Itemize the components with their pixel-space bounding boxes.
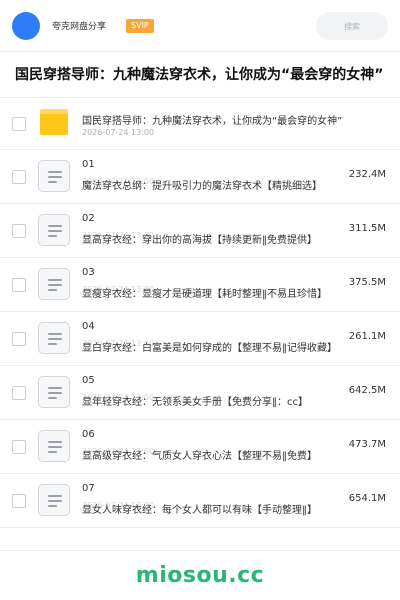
checkbox[interactable] xyxy=(12,439,26,454)
file-size: 654.1M xyxy=(348,493,386,504)
folder-date: 2026-07-24 13:00 xyxy=(82,128,155,137)
file-number[interactable]: 01 xyxy=(82,159,95,170)
file-row[interactable]: 06 2026-07-24 13:00 显高级穿衣经：气质女人穿衣心法【整理不易… xyxy=(0,420,400,474)
file-description[interactable]: 显高级穿衣经：气质女人穿衣心法【整理不易‖免费】 xyxy=(82,447,338,462)
document-icon xyxy=(38,268,70,300)
file-size: 261.1M xyxy=(348,331,386,342)
file-description[interactable]: 显白穿衣经：白富美是如何穿成的【整理不易‖记得收藏】 xyxy=(82,339,338,354)
file-size: 473.7M xyxy=(348,439,386,450)
file-description[interactable]: 魔法穿衣总纲：提升吸引力的魔法穿衣术【精挑细选】 xyxy=(82,177,338,192)
file-number[interactable]: 06 xyxy=(82,429,95,440)
checkbox[interactable] xyxy=(12,331,26,346)
svip-badge: SVIP xyxy=(126,18,154,33)
checkbox[interactable] xyxy=(12,493,26,508)
file-number[interactable]: 07 xyxy=(82,483,95,494)
site-watermark: miosou.cc xyxy=(135,563,265,588)
document-icon xyxy=(38,376,70,408)
file-list: 国民穿搭导师：九种魔法穿衣术，让你成为“最会穿的女神” 2026-07-24 1… xyxy=(0,98,400,528)
file-size: 232.4M xyxy=(348,169,386,180)
document-icon xyxy=(38,160,70,192)
file-size: 375.5M xyxy=(348,277,386,288)
checkbox[interactable] xyxy=(12,169,26,184)
folder-icon xyxy=(40,109,68,135)
header: 夸克网盘分享 SVIP 搜索 xyxy=(0,0,400,52)
file-size: 311.5M xyxy=(348,223,386,234)
file-number[interactable]: 02 xyxy=(82,213,95,224)
file-description[interactable]: 显女人味穿衣经：每个女人都可以有味【手动整理‖】 xyxy=(82,501,338,516)
folder-row[interactable]: 国民穿搭导师：九种魔法穿衣术，让你成为“最会穿的女神” 2026-07-24 1… xyxy=(0,98,400,150)
checkbox[interactable] xyxy=(12,385,26,400)
file-row[interactable]: 07 2026-07-24 13:00 显女人味穿衣经：每个女人都可以有味【手动… xyxy=(0,474,400,528)
checkbox[interactable] xyxy=(12,116,26,131)
document-icon xyxy=(38,214,70,246)
checkbox[interactable] xyxy=(12,277,26,292)
checkbox[interactable] xyxy=(12,223,26,238)
file-number[interactable]: 05 xyxy=(82,375,95,386)
search-placeholder: 搜索 xyxy=(344,21,360,31)
file-row[interactable]: 05 2026-07-24 13:00 显年轻穿衣经：无领系美女手册【免费分享‖… xyxy=(0,366,400,420)
file-row[interactable]: 04 2026-07-24 13:00 显白穿衣经：白富美是如何穿成的【整理不易… xyxy=(0,312,400,366)
folder-name[interactable]: 国民穿搭导师：九种魔法穿衣术，让你成为“最会穿的女神” xyxy=(82,112,372,127)
page-title: 国民穿搭导师：九种魔法穿衣术，让你成为“最会穿的女神” xyxy=(15,67,384,83)
file-row[interactable]: 01 2026-07-24 13:00 魔法穿衣总纲：提升吸引力的魔法穿衣术【精… xyxy=(0,150,400,204)
username[interactable]: 夸克网盘分享 xyxy=(52,19,106,32)
file-description[interactable]: 显高穿衣经：穿出你的高海拔【持续更新‖免费提供】 xyxy=(82,231,338,246)
file-size: 642.5M xyxy=(348,385,386,396)
file-description[interactable]: 显年轻穿衣经：无领系美女手册【免费分享‖：cc】 xyxy=(82,393,338,408)
page-title-bar: 国民穿搭导师：九种魔法穿衣术，让你成为“最会穿的女神” xyxy=(0,52,400,98)
document-icon xyxy=(38,430,70,462)
footer: miosou.cc xyxy=(0,550,400,600)
file-number[interactable]: 03 xyxy=(82,267,95,278)
file-number[interactable]: 04 xyxy=(82,321,95,332)
file-row[interactable]: 02 2026-07-24 13:00 显高穿衣经：穿出你的高海拔【持续更新‖免… xyxy=(0,204,400,258)
document-icon xyxy=(38,484,70,516)
search-input[interactable]: 搜索 xyxy=(316,12,388,40)
document-icon xyxy=(38,322,70,354)
file-description[interactable]: 显瘦穿衣经：显瘦才是硬道理【耗时整理‖不易且珍惜】 xyxy=(82,285,338,300)
avatar[interactable] xyxy=(12,11,40,40)
file-row[interactable]: 03 2026-07-24 13:00 显瘦穿衣经：显瘦才是硬道理【耗时整理‖不… xyxy=(0,258,400,312)
